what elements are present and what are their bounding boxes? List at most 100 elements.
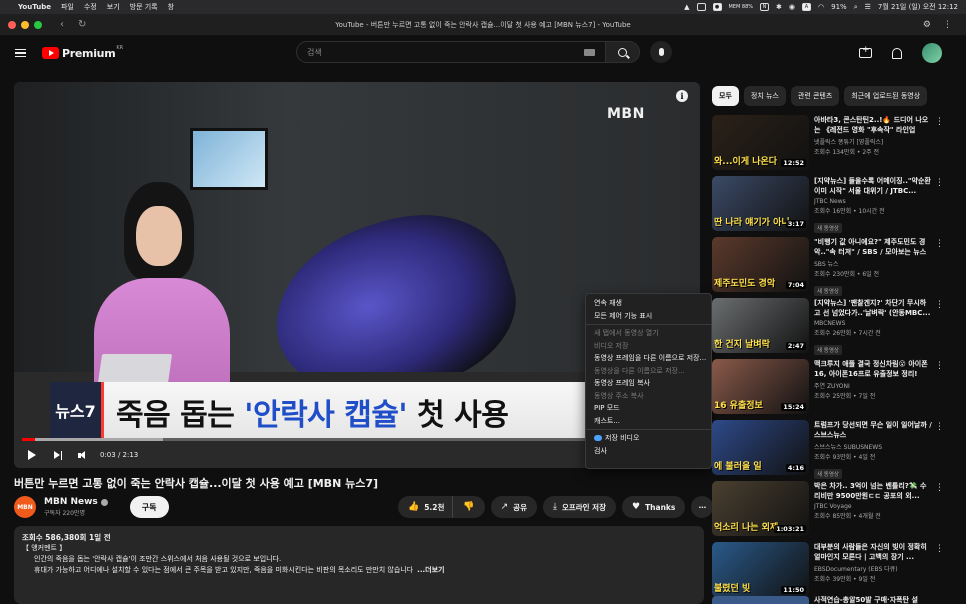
account-avatar[interactable] bbox=[922, 43, 942, 63]
control-center-icon[interactable]: ☰ bbox=[865, 3, 871, 11]
thanks-button[interactable]: ♥ Thanks bbox=[621, 496, 686, 518]
search-spotlight-icon[interactable]: ⌕ bbox=[854, 3, 858, 12]
menubar-item-edit[interactable]: 수정 bbox=[84, 2, 97, 12]
recommendation-item[interactable]: 16 유출정보 15:24 맥크루지 애플 결국 정신차림😮 아이폰16, 아이폰1… bbox=[712, 359, 944, 420]
recommendation-channel[interactable]: JTBC News bbox=[814, 198, 932, 205]
context-menu-item[interactable]: 동영상 프레임을 다른 이름으로 저장... bbox=[586, 352, 711, 365]
recommendation-title[interactable]: "비행기 값 아니에요?" 제주도민도 경악.."속 터져" / SBS / 모… bbox=[814, 237, 932, 257]
menubar-app-name[interactable]: YouTube bbox=[18, 3, 51, 11]
recommendation-channel[interactable]: 스브스뉴스 SUBUSNEWS bbox=[814, 442, 932, 451]
video-title: 버튼만 누르면 고통 없이 죽는 안락사 캡슐...이달 첫 사용 예고 [MB… bbox=[14, 477, 379, 490]
input-method-icon[interactable]: A bbox=[802, 3, 812, 11]
notion-icon[interactable]: N bbox=[760, 3, 770, 11]
more-options-icon[interactable]: ⋮ bbox=[935, 361, 944, 371]
record-tray-icon[interactable]: ● bbox=[712, 3, 722, 11]
recommendation-thumbnail[interactable]: 16 유출정보 15:24 bbox=[712, 359, 809, 414]
more-options-icon[interactable]: ⋮ bbox=[935, 117, 944, 127]
channel-name[interactable]: MBN News bbox=[44, 497, 98, 507]
subscribe-button[interactable]: 구독 bbox=[129, 496, 169, 518]
app-tray-icon[interactable] bbox=[696, 3, 706, 11]
wifi-icon[interactable]: ◠ bbox=[818, 3, 824, 11]
recommendation-info: 맥크루지 애플 결국 정신차림😮 아이폰16, 아이폰16프로 유출정보 정리!… bbox=[814, 359, 932, 420]
chip-related[interactable]: 관련 콘텐츠 bbox=[790, 86, 840, 106]
download-button[interactable]: ⤓ 오프라인 저장 bbox=[542, 496, 616, 518]
more-options-icon[interactable]: ⋮ bbox=[935, 300, 944, 310]
recommendation-title[interactable]: 대부분의 사람들은 자신의 빚이 정확히 얼마인지 모른다 | 고백의 장기 .… bbox=[814, 542, 932, 562]
voice-search-button[interactable] bbox=[650, 41, 672, 63]
search-input[interactable] bbox=[307, 47, 584, 57]
recommendation-thumbnail[interactable]: 에 불러올 일 4:16 bbox=[712, 420, 809, 475]
recommendation-item[interactable]: 한 건지 날벼락 2:47 [지약뉴스] '팬찰겐지?' 차단기 무시하고 선 넘었… bbox=[712, 298, 944, 359]
play-icon[interactable] bbox=[28, 450, 36, 460]
recommendation-item[interactable]: 딴 나라 얘기가 아니 3:17 [지약뉴스] 들을수록 어메이징.."약순환 이미… bbox=[712, 176, 944, 237]
context-menu-item[interactable]: 저장 비디오 bbox=[586, 432, 711, 445]
share-button[interactable]: ↗ 공유 bbox=[490, 496, 537, 518]
more-options-icon[interactable]: ⋮ bbox=[935, 483, 944, 493]
memory-indicator[interactable]: MEM 88% bbox=[729, 4, 754, 10]
create-video-icon[interactable] bbox=[859, 45, 872, 58]
recommendation-thumbnail[interactable]: 불렸던 빚 11:50 bbox=[712, 542, 809, 597]
youtube-premium-logo[interactable]: Premium KR bbox=[42, 45, 123, 60]
like-button[interactable]: 👍 5.2천 bbox=[398, 496, 453, 518]
show-more-link[interactable]: ...더보기 bbox=[417, 566, 444, 574]
upload-icon[interactable]: ▲ bbox=[684, 3, 689, 11]
channel-avatar[interactable]: MBN bbox=[14, 496, 36, 518]
recommendation-thumbnail[interactable]: 한 건지 날벼락 2:47 bbox=[712, 298, 809, 353]
recommendation-stats: 조회수 16만회 • 10시간 전 bbox=[814, 208, 885, 215]
recommendation-item[interactable]: 제주도민도 경악 7:04 "비행기 값 아니에요?" 제주도민도 경악.."속 터… bbox=[712, 237, 944, 298]
recommendation-item[interactable]: 억소리 나는 외제 1:03:21 박은 차가.. 3억이 넘는 벤틀리?💸 수리비… bbox=[712, 481, 944, 542]
recommendation-channel[interactable]: 넷플릭스 똥튜기 [영플릭스] bbox=[814, 137, 932, 146]
recommendation-thumbnail[interactable]: 와...이게 나온다 12:52 bbox=[712, 115, 809, 170]
recommendation-channel[interactable]: EBSDocumentary (EBS 다큐) bbox=[814, 564, 932, 573]
dislike-button[interactable]: 👎 bbox=[452, 496, 485, 518]
recommendation-channel[interactable]: SBS 뉴스 bbox=[814, 259, 932, 268]
more-options-icon[interactable]: ⋮ bbox=[935, 422, 944, 432]
last-recommendation-thumbnail[interactable] bbox=[712, 596, 809, 604]
recommendation-thumbnail[interactable]: 억소리 나는 외제 1:03:21 bbox=[712, 481, 809, 536]
keyboard-icon[interactable] bbox=[584, 48, 595, 56]
chip-all[interactable]: 모두 bbox=[712, 86, 739, 106]
next-video-icon[interactable] bbox=[54, 450, 62, 460]
recommendation-title[interactable]: 박은 차가.. 3억이 넘는 벤틀리?💸 수리비만 9500만원ㄷㄷ 공포의 외… bbox=[814, 481, 932, 501]
recommendation-channel[interactable]: 주연 ZUYONI bbox=[814, 381, 932, 390]
chip-recently-uploaded[interactable]: 최근에 업로드된 동영상 bbox=[844, 86, 928, 106]
recommendation-thumbnail[interactable]: 제주도민도 경악 7:04 bbox=[712, 237, 809, 292]
recommendation-item[interactable]: 불렸던 빚 11:50 대부분의 사람들은 자신의 빚이 정확히 얼마인지 모른다 … bbox=[712, 542, 944, 603]
recommendation-item[interactable]: 와...이게 나온다 12:52 아바타3, 콘스탄틴2..!🔥 드디어 나오는 《… bbox=[712, 115, 944, 176]
battery-percent[interactable]: 91% bbox=[831, 3, 847, 11]
chip-politics-news[interactable]: 정치 뉴스 bbox=[743, 86, 786, 106]
info-icon[interactable]: i bbox=[676, 90, 688, 102]
bluetooth-icon[interactable]: ✱ bbox=[776, 3, 782, 11]
recommendation-title[interactable]: [지약뉴스] '팬찰겐지?' 차단기 무시하고 선 넘었다가..'날벼락' (안… bbox=[814, 298, 932, 318]
more-actions-button[interactable]: ⋯ bbox=[691, 496, 714, 518]
recommendation-title[interactable]: 맥크루지 애플 결국 정신차림😮 아이폰16, 아이폰16프로 유출정보 정리! bbox=[814, 359, 932, 379]
menubar-item-view[interactable]: 보기 bbox=[107, 2, 120, 12]
recommendation-thumbnail[interactable]: 딴 나라 얘기가 아니 3:17 bbox=[712, 176, 809, 231]
description-box[interactable]: 조회수 586,380회 1일 전 【 앵커멘트 】 인간의 죽음을 돕는 '안… bbox=[14, 526, 704, 604]
recommendation-channel[interactable]: JTBC Voyage bbox=[814, 503, 932, 510]
recommendation-channel[interactable]: MBCNEWS bbox=[814, 320, 932, 327]
volume-icon[interactable] bbox=[78, 450, 88, 460]
context-menu-item[interactable]: 검사 bbox=[586, 445, 711, 458]
context-menu-item[interactable]: 모든 제어 기능 표시 bbox=[586, 310, 711, 323]
notifications-bell-icon[interactable] bbox=[892, 47, 902, 59]
recommendation-title[interactable]: 트럼프가 당선되면 무슨 일이 일어날까 / 스브스뉴스 bbox=[814, 420, 932, 440]
more-options-icon[interactable]: ⋮ bbox=[935, 544, 944, 554]
more-options-icon[interactable]: ⋮ bbox=[935, 178, 944, 188]
context-menu-item[interactable]: 캐스트... bbox=[586, 415, 711, 428]
recommendation-title[interactable]: [지약뉴스] 들을수록 어메이징.."약순환 이미 시작" 서울 대위기 / J… bbox=[814, 176, 932, 196]
recommendation-title[interactable]: 아바타3, 콘스탄틴2..!🔥 드디어 나오는 《레전드 영화 "후속작" 라인… bbox=[814, 115, 932, 135]
more-options-icon[interactable]: ⋮ bbox=[935, 239, 944, 249]
search-button[interactable] bbox=[606, 41, 640, 63]
menubar-clock[interactable]: 7월 21일 (일) 오전 12:12 bbox=[878, 2, 958, 12]
audio-icon[interactable]: ◉ bbox=[789, 3, 795, 11]
recommendation-item[interactable]: 에 불러올 일 4:16 트럼프가 당선되면 무슨 일이 일어날까 / 스브스뉴스스… bbox=[712, 420, 944, 481]
last-recommendation-title[interactable]: 사적연습-총알50발 구매·자폭탄 설 bbox=[814, 595, 918, 604]
menubar-item-history[interactable]: 방문 기록 bbox=[130, 2, 158, 12]
menu-hamburger-icon[interactable] bbox=[15, 47, 26, 60]
context-menu-item[interactable]: 연속 재생 bbox=[586, 297, 711, 310]
context-menu-item[interactable]: 동영상 프레임 복사 bbox=[586, 377, 711, 390]
menubar-item-window[interactable]: 창 bbox=[168, 2, 174, 12]
menubar-item-file[interactable]: 파일 bbox=[61, 2, 74, 12]
context-menu-item[interactable]: PIP 모드 bbox=[586, 402, 711, 415]
